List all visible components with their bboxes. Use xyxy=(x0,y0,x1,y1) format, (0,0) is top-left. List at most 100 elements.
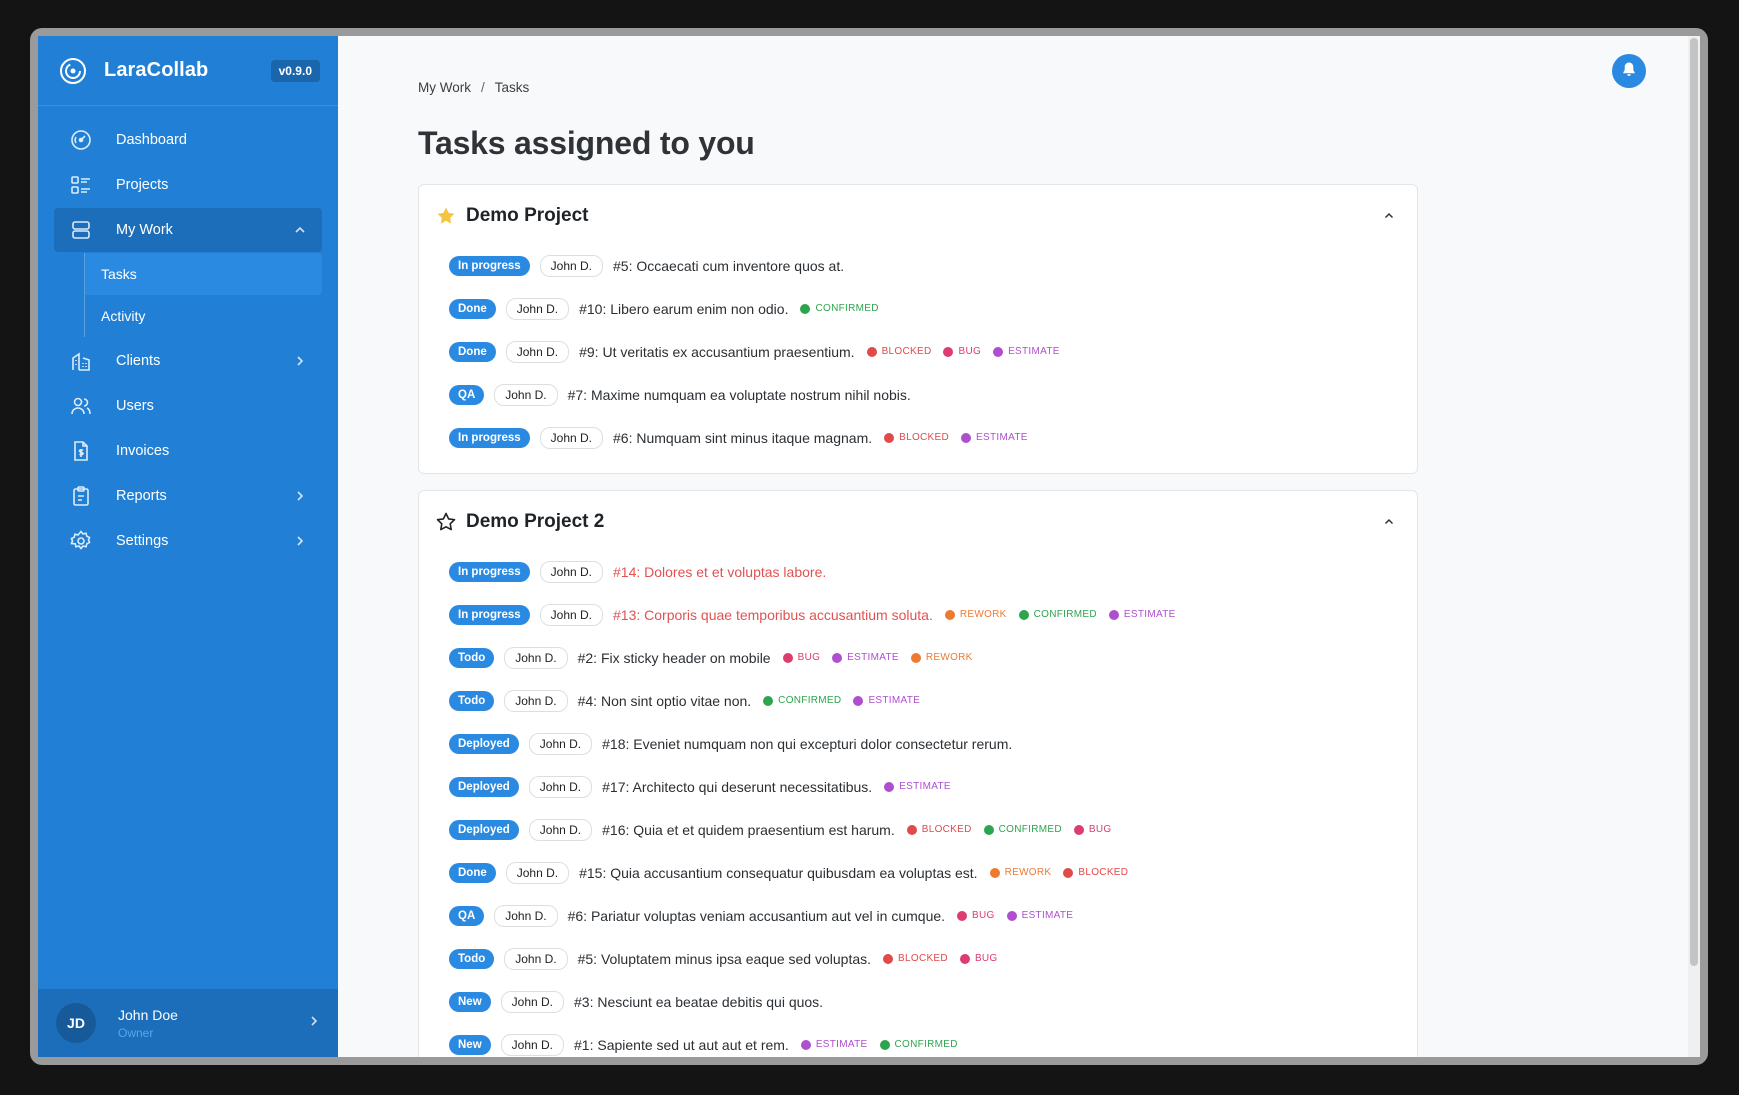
task-row[interactable]: Done John D. #10: Libero earum enim non od… xyxy=(449,287,1397,330)
label-dot-icon xyxy=(832,652,843,663)
task-row[interactable]: Todo John D. #4: Non sint optio vitae non.… xyxy=(449,679,1397,722)
task-row[interactable]: In progress John D. #5: Occaecati cum inve… xyxy=(449,244,1397,287)
logo-icon[interactable] xyxy=(56,54,90,88)
status-badge[interactable]: In progress xyxy=(449,255,530,276)
status-badge[interactable]: Deployed xyxy=(449,733,519,754)
sidebar-item-dashboard[interactable]: Dashboard xyxy=(54,118,322,162)
sidebar-item-users[interactable]: Users xyxy=(54,384,322,428)
task-title[interactable]: #4: Non sint optio vitae non. xyxy=(578,693,752,709)
task-row[interactable]: New John D. #1: Sapiente sed ut aut aut et… xyxy=(449,1023,1397,1057)
task-title[interactable]: #5: Occaecati cum inventore quos at. xyxy=(613,258,844,274)
task-title[interactable]: #3: Nesciunt ea beatae debitis qui quos. xyxy=(574,994,823,1010)
task-title[interactable]: #15: Quia accusantium consequatur quibus… xyxy=(579,865,977,881)
task-title[interactable]: #18: Eveniet numquam non qui excepturi d… xyxy=(602,736,1012,752)
sidebar-subitem-tasks[interactable]: Tasks xyxy=(85,253,322,295)
task-title[interactable]: #16: Quia et et quidem praesentium est h… xyxy=(602,822,895,838)
assignee-pill[interactable]: John D. xyxy=(505,861,570,884)
task-label: BLOCKED xyxy=(1063,867,1128,878)
task-row[interactable]: New John D. #3: Nesciunt ea beatae debitis… xyxy=(449,980,1397,1023)
sidebar-item-settings[interactable]: Settings xyxy=(54,519,322,563)
sidebar-item-clients[interactable]: Clients xyxy=(54,339,322,383)
task-title[interactable]: #14: Dolores et et voluptas labore. xyxy=(613,564,826,580)
status-badge[interactable]: Done xyxy=(449,298,496,319)
status-badge[interactable]: Done xyxy=(449,862,496,883)
assignee-pill[interactable]: John D. xyxy=(539,426,603,449)
task-row[interactable]: QA John D. #7: Maxime numquam ea voluptate… xyxy=(449,373,1397,416)
assignee-pill[interactable]: John D. xyxy=(539,560,603,583)
status-badge[interactable]: QA xyxy=(449,905,485,926)
task-row[interactable]: In progress John D. #13: Corporis quae tem… xyxy=(449,593,1397,636)
assignee-pill[interactable]: John D. xyxy=(539,603,603,626)
task-row[interactable]: Done John D. #15: Quia accusantium consequ… xyxy=(449,851,1397,894)
task-title[interactable]: #5: Voluptatem minus ipsa eaque sed volu… xyxy=(578,951,871,967)
status-badge[interactable]: Deployed xyxy=(449,819,519,840)
task-title[interactable]: #13: Corporis quae temporibus accusantiu… xyxy=(613,607,933,623)
chevron-up-icon xyxy=(294,224,306,236)
status-badge[interactable]: Deployed xyxy=(449,776,519,797)
assignee-pill[interactable]: John D. xyxy=(500,990,565,1013)
status-badge[interactable]: Todo xyxy=(449,647,495,668)
task-title[interactable]: #6: Numquam sint minus itaque magnam. xyxy=(613,430,872,446)
assignee-pill[interactable]: John D. xyxy=(539,254,603,277)
label-text: ESTIMATE xyxy=(847,652,899,663)
bell-icon xyxy=(1621,61,1637,82)
task-title[interactable]: #6: Pariatur voluptas veniam accusantium… xyxy=(568,908,945,924)
status-badge[interactable]: New xyxy=(449,991,491,1012)
task-row[interactable]: Done John D. #9: Ut veritatis ex accusanti… xyxy=(449,330,1397,373)
assignee-pill[interactable]: John D. xyxy=(505,297,570,320)
star-outline-icon[interactable] xyxy=(435,511,457,533)
assignee-pill[interactable]: John D. xyxy=(504,947,568,970)
status-badge[interactable]: Done xyxy=(449,341,496,362)
task-row[interactable]: In progress John D. #14: Dolores et et vol… xyxy=(449,550,1397,593)
assignee-pill[interactable]: John D. xyxy=(494,383,558,406)
chevron-up-icon[interactable] xyxy=(1381,208,1397,224)
assignee-pill[interactable]: John D. xyxy=(500,1033,565,1056)
assignee-pill[interactable]: John D. xyxy=(505,340,570,363)
assignee-pill[interactable]: John D. xyxy=(504,646,568,669)
task-title[interactable]: #17: Architecto qui deserunt necessitati… xyxy=(602,779,872,795)
status-badge[interactable]: In progress xyxy=(449,561,530,582)
task-row[interactable]: QA John D. #6: Pariatur voluptas veniam ac… xyxy=(449,894,1397,937)
assignee-pill[interactable]: John D. xyxy=(528,818,593,841)
status-badge[interactable]: Todo xyxy=(449,948,495,969)
status-badge[interactable]: In progress xyxy=(449,604,530,625)
task-labels: ESTIMATE CONFIRMED xyxy=(797,1039,966,1050)
app-name[interactable]: LaraCollab xyxy=(104,59,208,82)
notifications-button[interactable] xyxy=(1612,54,1646,88)
sidebar-item-my-work[interactable]: My Work xyxy=(54,208,322,252)
status-badge[interactable]: Todo xyxy=(449,690,495,711)
status-badge[interactable]: New xyxy=(449,1034,491,1055)
status-badge[interactable]: In progress xyxy=(449,427,530,448)
task-row[interactable]: Deployed John D. #16: Quia et et quidem pr… xyxy=(449,808,1397,851)
status-badge[interactable]: QA xyxy=(449,384,485,405)
scrollbar[interactable] xyxy=(1688,36,1700,1057)
sidebar-item-projects[interactable]: Projects xyxy=(54,163,322,207)
assignee-pill[interactable]: John D. xyxy=(494,904,558,927)
sidebar-item-reports[interactable]: Reports xyxy=(54,474,322,518)
chevron-up-icon[interactable] xyxy=(1381,514,1397,530)
assignee-pill[interactable]: John D. xyxy=(528,732,593,755)
project-title[interactable]: Demo Project xyxy=(466,205,588,227)
task-row[interactable]: Deployed John D. #17: Architecto qui deser… xyxy=(449,765,1397,808)
task-title[interactable]: #10: Libero earum enim non odio. xyxy=(579,301,788,317)
label-text: BUG xyxy=(1088,824,1112,835)
task-row[interactable]: Todo John D. #2: Fix sticky header on mobi… xyxy=(449,636,1397,679)
label-dot-icon xyxy=(866,346,877,357)
scrollbar-thumb[interactable] xyxy=(1690,38,1698,966)
user-menu[interactable]: JD John Doe Owner xyxy=(38,989,338,1057)
assignee-pill[interactable]: John D. xyxy=(528,775,593,798)
task-row[interactable]: Todo John D. #5: Voluptatem minus ipsa eaq… xyxy=(449,937,1397,980)
project-title[interactable]: Demo Project 2 xyxy=(466,511,604,533)
task-title[interactable]: #7: Maxime numquam ea voluptate nostrum … xyxy=(568,387,911,403)
task-list: In progress John D. #5: Occaecati cum inve… xyxy=(435,244,1397,459)
sidebar-item-invoices[interactable]: Invoices xyxy=(54,429,322,473)
assignee-pill[interactable]: John D. xyxy=(504,689,568,712)
breadcrumb-my-work[interactable]: My Work xyxy=(418,80,471,95)
task-row[interactable]: In progress John D. #6: Numquam sint minus… xyxy=(449,416,1397,459)
sidebar-subitem-activity[interactable]: Activity xyxy=(85,295,322,337)
task-title[interactable]: #2: Fix sticky header on mobile xyxy=(578,650,771,666)
star-filled-icon[interactable] xyxy=(435,205,457,227)
task-title[interactable]: #9: Ut veritatis ex accusantium praesent… xyxy=(579,344,854,360)
task-title[interactable]: #1: Sapiente sed ut aut aut et rem. xyxy=(574,1037,789,1053)
task-row[interactable]: Deployed John D. #18: Eveniet numquam non … xyxy=(449,722,1397,765)
